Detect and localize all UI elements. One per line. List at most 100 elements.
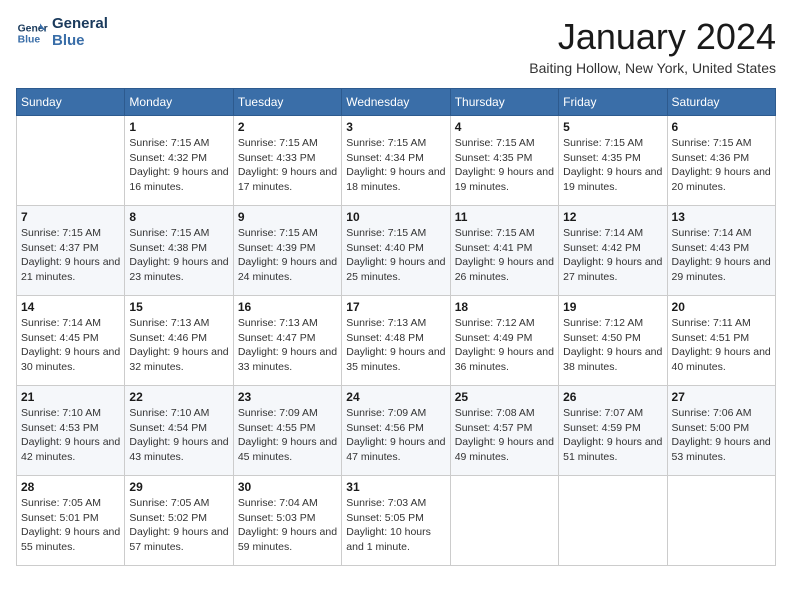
day-number: 13 — [672, 210, 771, 224]
col-monday: Monday — [125, 89, 233, 116]
cell-w3-d6: 19Sunrise: 7:12 AM Sunset: 4:50 PM Dayli… — [559, 296, 667, 386]
cell-w1-d6: 5 Sunrise: 7:15 AM Sunset: 4:35 PM Daylig… — [559, 116, 667, 206]
day-number: 11 — [455, 210, 554, 224]
col-sunday: Sunday — [17, 89, 125, 116]
day-number: 22 — [129, 390, 228, 404]
cell-w5-d5 — [450, 476, 558, 566]
cell-w4-d2: 22 Sunrise: 7:10 AM Sunset: 4:54 PM Dayli… — [125, 386, 233, 476]
logo-text-blue: Blue — [52, 33, 108, 50]
day-number: 18 — [455, 300, 554, 314]
cell-info: Sunrise: 7:09 AM Sunset: 4:56 PM Dayligh… — [346, 406, 445, 465]
cell-w5-d7 — [667, 476, 775, 566]
cell-w3-d4: 17Sunrise: 7:13 AM Sunset: 4:48 PM Dayli… — [342, 296, 450, 386]
day-number: 21 — [21, 390, 120, 404]
day-number: 26 — [563, 390, 662, 404]
cell-info: Sunrise: 7:15 AM Sunset: 4:40 PM Dayligh… — [346, 226, 445, 285]
cell-info: Sunrise: 7:13 AM Sunset: 4:47 PM Dayligh… — [238, 316, 337, 375]
cell-info: Sunrise: 7:10 AM Sunset: 4:54 PM Dayligh… — [129, 406, 228, 465]
week-row-2: 7Sunrise: 7:15 AM Sunset: 4:37 PM Daylig… — [17, 206, 776, 296]
cell-info: Sunrise: 7:14 AM Sunset: 4:45 PM Dayligh… — [21, 316, 120, 375]
cell-w3-d1: 14 Sunrise: 7:14 AM Sunset: 4:45 PM Dayli… — [17, 296, 125, 386]
col-friday: Friday — [559, 89, 667, 116]
cell-info: Sunrise: 7:15 AM Sunset: 4:36 PM Dayligh… — [672, 136, 771, 195]
cell-info: Sunrise: 7:09 AM Sunset: 4:55 PM Dayligh… — [238, 406, 337, 465]
cell-w3-d2: 15 Sunrise: 7:13 AM Sunset: 4:46 PM Dayli… — [125, 296, 233, 386]
cell-w5-d3: 30Sunrise: 7:04 AM Sunset: 5:03 PM Dayli… — [233, 476, 341, 566]
calendar-header-row: Sunday Monday Tuesday Wednesday Thursday… — [17, 89, 776, 116]
col-saturday: Saturday — [667, 89, 775, 116]
cell-info: Sunrise: 7:15 AM Sunset: 4:33 PM Dayligh… — [238, 136, 337, 195]
day-number: 2 — [238, 120, 337, 134]
day-number: 31 — [346, 480, 445, 494]
cell-info: Sunrise: 7:15 AM Sunset: 4:32 PM Dayligh… — [129, 136, 228, 195]
cell-info: Sunrise: 7:15 AM Sunset: 4:35 PM Dayligh… — [563, 136, 662, 195]
svg-text:Blue: Blue — [18, 34, 41, 45]
cell-info: Sunrise: 7:15 AM Sunset: 4:41 PM Dayligh… — [455, 226, 554, 285]
cell-w2-d5: 11 Sunrise: 7:15 AM Sunset: 4:41 PM Dayli… — [450, 206, 558, 296]
cell-info: Sunrise: 7:06 AM Sunset: 5:00 PM Dayligh… — [672, 406, 771, 465]
cell-info: Sunrise: 7:08 AM Sunset: 4:57 PM Dayligh… — [455, 406, 554, 465]
cell-w4-d7: 27Sunrise: 7:06 AM Sunset: 5:00 PM Dayli… — [667, 386, 775, 476]
week-row-4: 21 Sunrise: 7:10 AM Sunset: 4:53 PM Dayli… — [17, 386, 776, 476]
col-thursday: Thursday — [450, 89, 558, 116]
cell-w5-d2: 29 Sunrise: 7:05 AM Sunset: 5:02 PM Dayli… — [125, 476, 233, 566]
cell-w2-d1: 7Sunrise: 7:15 AM Sunset: 4:37 PM Daylig… — [17, 206, 125, 296]
cell-info: Sunrise: 7:15 AM Sunset: 4:34 PM Dayligh… — [346, 136, 445, 195]
week-row-5: 28 Sunrise: 7:05 AM Sunset: 5:01 PM Dayli… — [17, 476, 776, 566]
cell-w3-d3: 16 Sunrise: 7:13 AM Sunset: 4:47 PM Dayli… — [233, 296, 341, 386]
day-number: 16 — [238, 300, 337, 314]
logo: General Blue General Blue — [16, 16, 108, 49]
cell-info: Sunrise: 7:04 AM Sunset: 5:03 PM Dayligh… — [238, 496, 337, 555]
cell-info: Sunrise: 7:15 AM Sunset: 4:35 PM Dayligh… — [455, 136, 554, 195]
cell-info: Sunrise: 7:11 AM Sunset: 4:51 PM Dayligh… — [672, 316, 771, 375]
cell-w5-d4: 31Sunrise: 7:03 AM Sunset: 5:05 PM Dayli… — [342, 476, 450, 566]
day-number: 4 — [455, 120, 554, 134]
logo-text-general: General — [52, 16, 108, 33]
cell-w4-d5: 25 Sunrise: 7:08 AM Sunset: 4:57 PM Dayli… — [450, 386, 558, 476]
cell-w4-d4: 24Sunrise: 7:09 AM Sunset: 4:56 PM Dayli… — [342, 386, 450, 476]
cell-w5-d6 — [559, 476, 667, 566]
cell-w2-d2: 8Sunrise: 7:15 AM Sunset: 4:38 PM Daylig… — [125, 206, 233, 296]
cell-w4-d3: 23 Sunrise: 7:09 AM Sunset: 4:55 PM Dayli… — [233, 386, 341, 476]
cell-info: Sunrise: 7:14 AM Sunset: 4:43 PM Dayligh… — [672, 226, 771, 285]
day-number: 14 — [21, 300, 120, 314]
cell-w2-d3: 9Sunrise: 7:15 AM Sunset: 4:39 PM Daylig… — [233, 206, 341, 296]
cell-w2-d4: 10Sunrise: 7:15 AM Sunset: 4:40 PM Dayli… — [342, 206, 450, 296]
cell-info: Sunrise: 7:13 AM Sunset: 4:46 PM Dayligh… — [129, 316, 228, 375]
col-tuesday: Tuesday — [233, 89, 341, 116]
day-number: 3 — [346, 120, 445, 134]
day-number: 5 — [563, 120, 662, 134]
title-block: January 2024 Baiting Hollow, New York, U… — [529, 16, 776, 76]
cell-w1-d5: 4 Sunrise: 7:15 AM Sunset: 4:35 PM Daylig… — [450, 116, 558, 206]
cell-w4-d1: 21 Sunrise: 7:10 AM Sunset: 4:53 PM Dayli… — [17, 386, 125, 476]
day-number: 25 — [455, 390, 554, 404]
day-number: 23 — [238, 390, 337, 404]
day-number: 29 — [129, 480, 228, 494]
cell-w1-d4: 3 Sunrise: 7:15 AM Sunset: 4:34 PM Daylig… — [342, 116, 450, 206]
day-number: 7 — [21, 210, 120, 224]
day-number: 15 — [129, 300, 228, 314]
day-number: 9 — [238, 210, 337, 224]
cell-info: Sunrise: 7:07 AM Sunset: 4:59 PM Dayligh… — [563, 406, 662, 465]
week-row-3: 14 Sunrise: 7:14 AM Sunset: 4:45 PM Dayli… — [17, 296, 776, 386]
cell-info: Sunrise: 7:15 AM Sunset: 4:38 PM Dayligh… — [129, 226, 228, 285]
location-subtitle: Baiting Hollow, New York, United States — [529, 60, 776, 76]
col-wednesday: Wednesday — [342, 89, 450, 116]
cell-info: Sunrise: 7:05 AM Sunset: 5:01 PM Dayligh… — [21, 496, 120, 555]
day-number: 17 — [346, 300, 445, 314]
cell-w4-d6: 26 Sunrise: 7:07 AM Sunset: 4:59 PM Dayli… — [559, 386, 667, 476]
cell-w1-d1 — [17, 116, 125, 206]
cell-info: Sunrise: 7:05 AM Sunset: 5:02 PM Dayligh… — [129, 496, 228, 555]
cell-info: Sunrise: 7:10 AM Sunset: 4:53 PM Dayligh… — [21, 406, 120, 465]
day-number: 28 — [21, 480, 120, 494]
week-row-1: 1 Sunrise: 7:15 AM Sunset: 4:32 PM Daylig… — [17, 116, 776, 206]
month-title: January 2024 — [529, 16, 776, 58]
cell-w5-d1: 28 Sunrise: 7:05 AM Sunset: 5:01 PM Dayli… — [17, 476, 125, 566]
cell-w1-d3: 2 Sunrise: 7:15 AM Sunset: 4:33 PM Daylig… — [233, 116, 341, 206]
calendar-table: Sunday Monday Tuesday Wednesday Thursday… — [16, 88, 776, 566]
cell-w3-d7: 20Sunrise: 7:11 AM Sunset: 4:51 PM Dayli… — [667, 296, 775, 386]
cell-info: Sunrise: 7:12 AM Sunset: 4:50 PM Dayligh… — [563, 316, 662, 375]
cell-w1-d2: 1 Sunrise: 7:15 AM Sunset: 4:32 PM Daylig… — [125, 116, 233, 206]
day-number: 1 — [129, 120, 228, 134]
day-number: 12 — [563, 210, 662, 224]
